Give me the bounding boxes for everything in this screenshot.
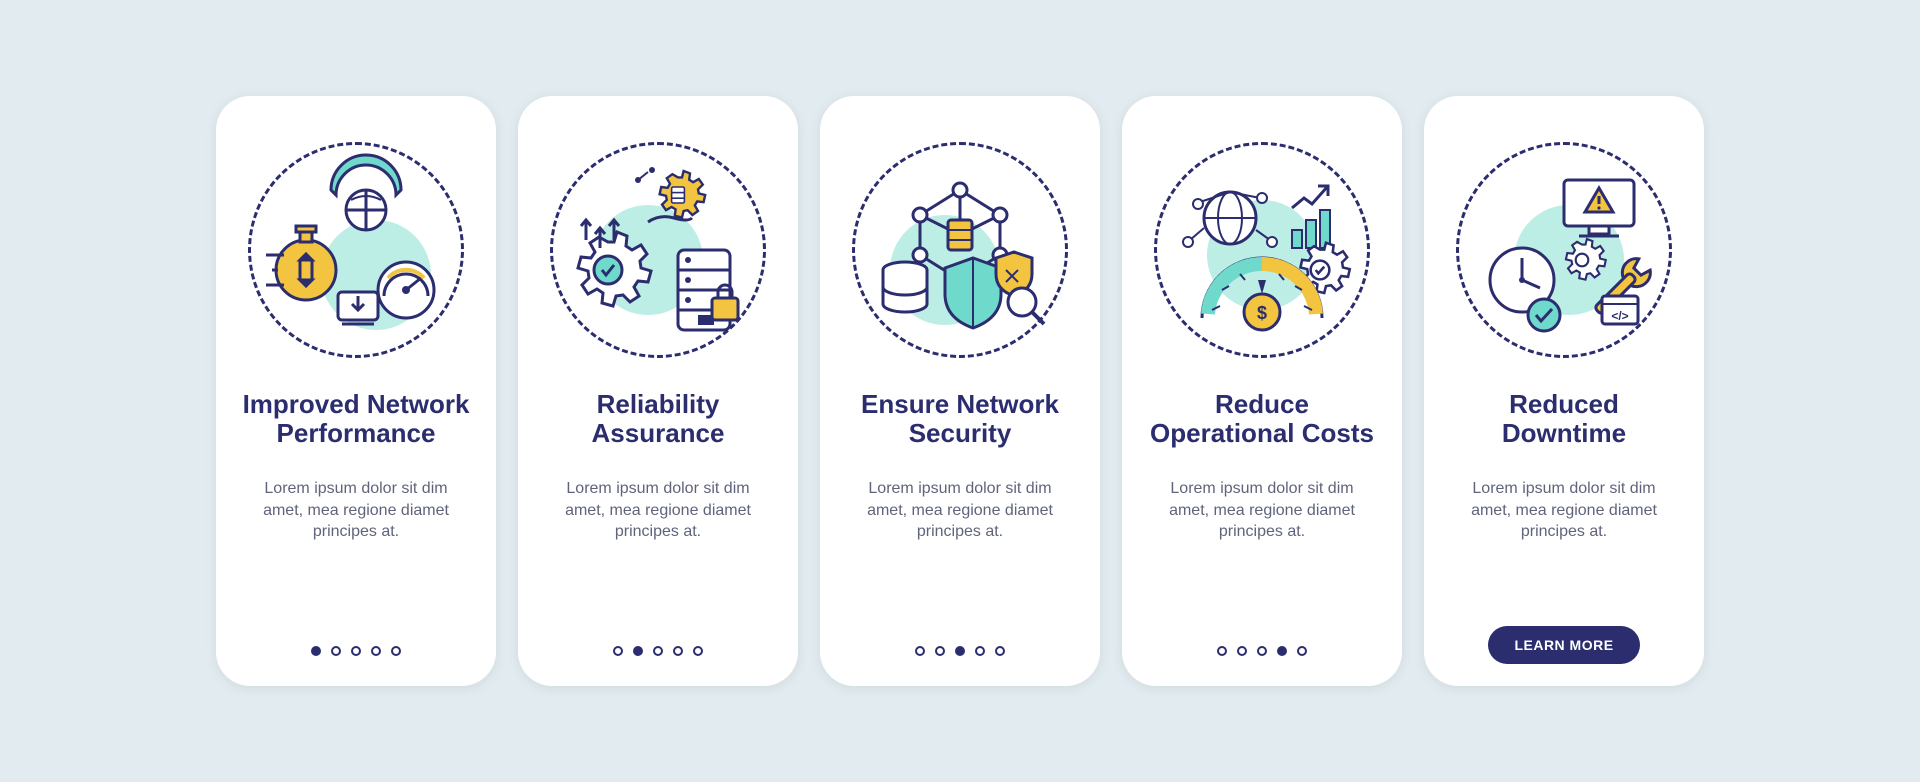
card-operational-costs: $ Reduce Operational Costs Lorem ipsum d… (1122, 96, 1402, 686)
onboarding-card-row: Improved Network Performance Lorem ipsum… (216, 96, 1704, 686)
dot-2[interactable] (633, 646, 643, 656)
dot-5[interactable] (1297, 646, 1307, 656)
card-body: Lorem ipsum dolor sit dim amet, mea regi… (855, 478, 1065, 543)
dot-2[interactable] (331, 646, 341, 656)
svg-text:</>: </> (1611, 309, 1628, 323)
pagination-dots (915, 646, 1005, 656)
network-security-icon (850, 140, 1070, 360)
dot-3[interactable] (351, 646, 361, 656)
dot-5[interactable] (693, 646, 703, 656)
pagination-dots (613, 646, 703, 656)
dot-2[interactable] (935, 646, 945, 656)
dot-1[interactable] (1217, 646, 1227, 656)
dot-5[interactable] (995, 646, 1005, 656)
card-body: Lorem ipsum dolor sit dim amet, mea regi… (251, 478, 461, 543)
card-title: Ensure Network Security (844, 388, 1076, 450)
card-title: Reliability Assurance (542, 388, 774, 450)
reduced-downtime-icon: </> (1454, 140, 1674, 360)
pagination-dots (311, 646, 401, 656)
learn-more-button[interactable]: LEARN MORE (1488, 626, 1639, 664)
card-body: Lorem ipsum dolor sit dim amet, mea regi… (1157, 478, 1367, 543)
card-body: Lorem ipsum dolor sit dim amet, mea regi… (1459, 478, 1669, 543)
dot-4[interactable] (1277, 646, 1287, 656)
dot-3[interactable] (955, 646, 965, 656)
dot-1[interactable] (311, 646, 321, 656)
dot-3[interactable] (1257, 646, 1267, 656)
reliability-assurance-icon (548, 140, 768, 360)
network-performance-icon (246, 140, 466, 360)
card-reduced-downtime: </> Reduced Downtime Lorem ipsum dolor s… (1424, 96, 1704, 686)
dot-5[interactable] (391, 646, 401, 656)
dot-1[interactable] (915, 646, 925, 656)
pagination-dots (1217, 646, 1307, 656)
card-network-security: Ensure Network Security Lorem ipsum dolo… (820, 96, 1100, 686)
dot-4[interactable] (975, 646, 985, 656)
svg-text:$: $ (1257, 303, 1267, 323)
card-network-performance: Improved Network Performance Lorem ipsum… (216, 96, 496, 686)
card-reliability-assurance: Reliability Assurance Lorem ipsum dolor … (518, 96, 798, 686)
dot-3[interactable] (653, 646, 663, 656)
dot-1[interactable] (613, 646, 623, 656)
dot-4[interactable] (371, 646, 381, 656)
card-title: Reduce Operational Costs (1146, 388, 1378, 450)
dot-2[interactable] (1237, 646, 1247, 656)
operational-costs-icon: $ (1152, 140, 1372, 360)
card-title: Reduced Downtime (1448, 388, 1680, 450)
card-title: Improved Network Performance (240, 388, 472, 450)
dot-4[interactable] (673, 646, 683, 656)
card-body: Lorem ipsum dolor sit dim amet, mea regi… (553, 478, 763, 543)
